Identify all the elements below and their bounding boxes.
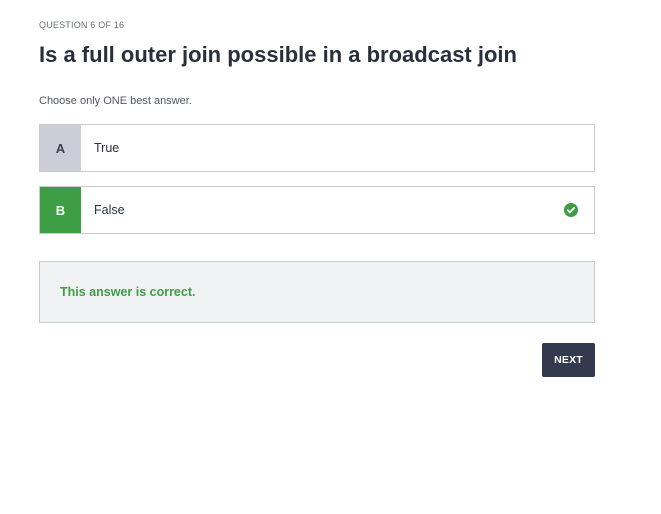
answer-text-b: False [94,203,125,217]
answer-letter-b: B [40,187,81,233]
next-button[interactable]: NEXT [542,343,595,377]
feedback-panel: This answer is correct. [39,261,595,323]
answer-option-a[interactable]: A True [39,124,595,172]
answer-instruction: Choose only ONE best answer. [39,95,192,107]
check-circle-icon [564,203,578,217]
answer-letter-a: A [40,125,81,171]
answer-text-a: True [94,141,120,155]
quiz-container: QUESTION 6 OF 16 Is a full outer join po… [0,0,661,514]
question-title: Is a full outer join possible in a broad… [39,42,517,67]
feedback-message: This answer is correct. [60,285,196,299]
question-counter: QUESTION 6 OF 16 [39,20,125,30]
answer-option-b[interactable]: B False [39,186,595,234]
